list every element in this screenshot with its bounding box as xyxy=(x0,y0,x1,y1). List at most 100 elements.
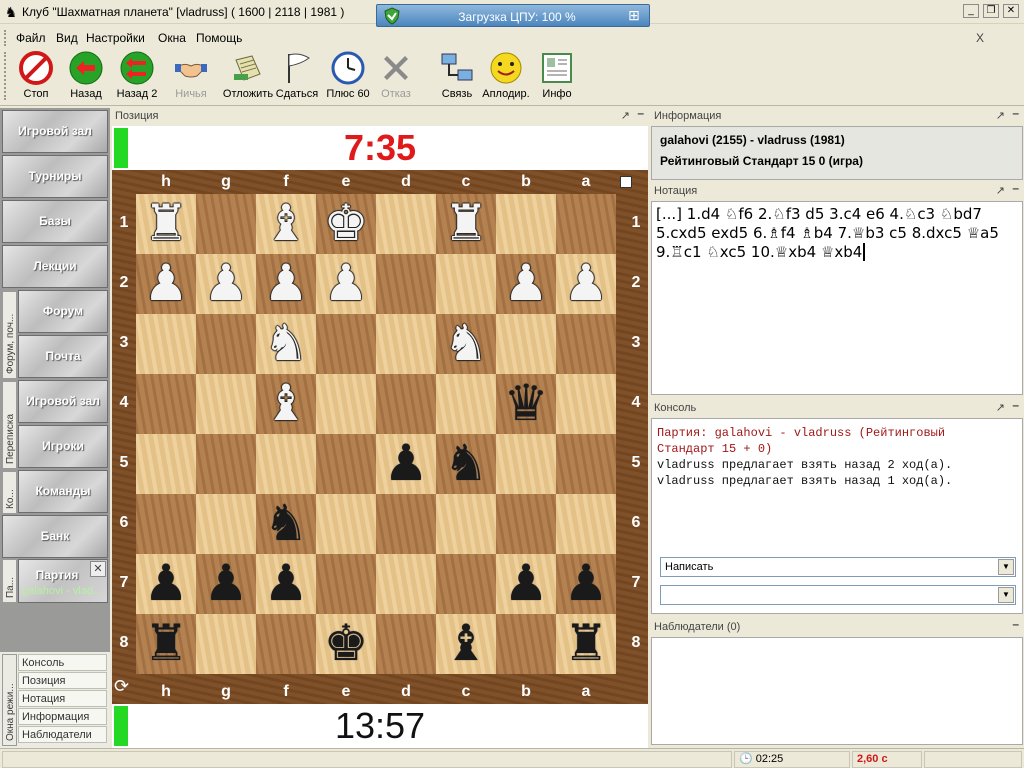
menu-close-button[interactable]: X xyxy=(976,31,984,45)
side-tab-correspondence[interactable]: Переписка xyxy=(2,381,17,469)
nav-tournaments[interactable]: Турниры xyxy=(2,155,108,198)
side-tab-party[interactable]: Па... xyxy=(2,559,17,603)
applaud-button[interactable]: Аплодир. xyxy=(480,50,532,104)
menu-file[interactable]: Файл xyxy=(16,31,46,45)
chess-piece-black-a7[interactable]: ♟ xyxy=(556,554,616,614)
board-square-a5[interactable] xyxy=(556,434,616,494)
chess-piece-white-h1[interactable]: ♜ xyxy=(136,194,196,254)
board-square-g4[interactable] xyxy=(196,374,256,434)
window-item-watchers[interactable]: Наблюдатели xyxy=(18,726,107,743)
chess-piece-white-a2[interactable]: ♟ xyxy=(556,254,616,314)
chess-piece-white-e1[interactable]: ♚ xyxy=(316,194,376,254)
board-square-e7[interactable] xyxy=(316,554,376,614)
back-button[interactable]: Назад xyxy=(66,50,106,104)
board-square-c6[interactable] xyxy=(436,494,496,554)
cpu-load-bar[interactable]: Загрузка ЦПУ: 100 % ⊞ xyxy=(376,4,650,27)
pin-icon[interactable]: ↗ xyxy=(996,184,1005,197)
board-square-d7[interactable] xyxy=(376,554,436,614)
board-square-b3[interactable] xyxy=(496,314,556,374)
board-square-g8[interactable] xyxy=(196,614,256,674)
panel-minimize-icon[interactable]: – xyxy=(1012,106,1019,120)
game-tab-close-icon[interactable]: ✕ xyxy=(90,561,106,577)
board-square-d8[interactable] xyxy=(376,614,436,674)
game-tab[interactable]: Партия galahovi - vlad... ✕ xyxy=(18,559,108,603)
menu-view[interactable]: Вид xyxy=(56,31,78,45)
chess-piece-white-f3[interactable]: ♞ xyxy=(256,314,316,374)
chess-piece-black-a8[interactable]: ♜ xyxy=(556,614,616,674)
draw-button[interactable]: Ничья xyxy=(166,50,216,104)
chess-piece-white-c3[interactable]: ♞ xyxy=(436,314,496,374)
board-square-f5[interactable] xyxy=(256,434,316,494)
chess-piece-black-h8[interactable]: ♜ xyxy=(136,614,196,674)
panel-minimize-icon[interactable]: – xyxy=(1012,181,1019,195)
message-input[interactable]: ▼ xyxy=(660,585,1016,605)
board-square-g3[interactable] xyxy=(196,314,256,374)
postpone-button[interactable]: Отложить xyxy=(222,50,274,104)
board-square-h4[interactable] xyxy=(136,374,196,434)
board-square-a6[interactable] xyxy=(556,494,616,554)
board-square-b8[interactable] xyxy=(496,614,556,674)
chess-piece-black-f7[interactable]: ♟ xyxy=(256,554,316,614)
board-square-g1[interactable] xyxy=(196,194,256,254)
board-square-a3[interactable] xyxy=(556,314,616,374)
resign-button[interactable]: Сдаться xyxy=(274,50,320,104)
side-tab-forum-mail[interactable]: Форум, поч... xyxy=(2,291,17,379)
side-tab-window-modes[interactable]: Окна режи... xyxy=(2,654,17,746)
window-item-console[interactable]: Консоль xyxy=(18,654,107,671)
minimize-button[interactable]: _ xyxy=(963,4,979,18)
nav-game-hall-2[interactable]: Игровой зал xyxy=(18,380,108,423)
board-square-d4[interactable] xyxy=(376,374,436,434)
window-item-position[interactable]: Позиция xyxy=(18,672,107,689)
chess-piece-black-b7[interactable]: ♟ xyxy=(496,554,556,614)
chess-piece-black-g7[interactable]: ♟ xyxy=(196,554,256,614)
chess-piece-white-f1[interactable]: ♝ xyxy=(256,194,316,254)
nav-lectures[interactable]: Лекции xyxy=(2,245,108,288)
chess-piece-white-c1[interactable]: ♜ xyxy=(436,194,496,254)
panel-minimize-icon[interactable]: – xyxy=(637,106,644,120)
reject-button[interactable]: Отказ xyxy=(376,50,416,104)
board-square-c7[interactable] xyxy=(436,554,496,614)
board-square-e3[interactable] xyxy=(316,314,376,374)
connection-button[interactable]: Связь xyxy=(436,50,478,104)
close-button[interactable]: ✕ xyxy=(1003,4,1019,18)
chess-piece-black-f6[interactable]: ♞ xyxy=(256,494,316,554)
pin-icon[interactable]: ↗ xyxy=(996,109,1005,122)
board-square-e5[interactable] xyxy=(316,434,376,494)
chevron-down-icon[interactable]: ▼ xyxy=(998,559,1014,575)
nav-mail[interactable]: Почта xyxy=(18,335,108,378)
board-square-h5[interactable] xyxy=(136,434,196,494)
chess-piece-white-h2[interactable]: ♟ xyxy=(136,254,196,314)
board-square-d1[interactable] xyxy=(376,194,436,254)
chess-piece-black-c5[interactable]: ♞ xyxy=(436,434,496,494)
board-square-c4[interactable] xyxy=(436,374,496,434)
window-item-notation[interactable]: Нотация xyxy=(18,690,107,707)
chess-piece-white-g2[interactable]: ♟ xyxy=(196,254,256,314)
board-square-d2[interactable] xyxy=(376,254,436,314)
nav-bank[interactable]: Банк xyxy=(2,515,108,558)
panel-minimize-icon[interactable]: – xyxy=(1012,398,1019,412)
board-square-a4[interactable] xyxy=(556,374,616,434)
flip-board-icon[interactable]: ⟳ xyxy=(114,676,129,697)
board-square-e4[interactable] xyxy=(316,374,376,434)
board-square-d3[interactable] xyxy=(376,314,436,374)
board-square-c2[interactable] xyxy=(436,254,496,314)
nav-databases[interactable]: Базы xyxy=(2,200,108,243)
board-square-a1[interactable] xyxy=(556,194,616,254)
menu-windows[interactable]: Окна xyxy=(158,31,186,45)
notation-panel[interactable]: [...] 1.d4 ♘f6 2.♘f3 d5 3.c4 e6 4.♘c3 ♘b… xyxy=(651,201,1023,395)
panel-minimize-icon[interactable]: – xyxy=(1012,617,1019,631)
stop-button[interactable]: Стоп xyxy=(14,50,58,104)
board-square-b6[interactable] xyxy=(496,494,556,554)
board-square-g6[interactable] xyxy=(196,494,256,554)
board-square-h6[interactable] xyxy=(136,494,196,554)
nav-players[interactable]: Игроки xyxy=(18,425,108,468)
board-square-h3[interactable] xyxy=(136,314,196,374)
board-square-d6[interactable] xyxy=(376,494,436,554)
board-square-b1[interactable] xyxy=(496,194,556,254)
cpu-panel-expand-icon[interactable]: ⊞ xyxy=(623,6,645,25)
chess-piece-black-b4[interactable]: ♛ xyxy=(496,374,556,434)
menu-settings[interactable]: Настройки xyxy=(86,31,145,45)
window-item-information[interactable]: Информация xyxy=(18,708,107,725)
message-type-select[interactable]: Написать ▼ xyxy=(660,557,1016,577)
nav-teams[interactable]: Команды xyxy=(18,470,108,513)
